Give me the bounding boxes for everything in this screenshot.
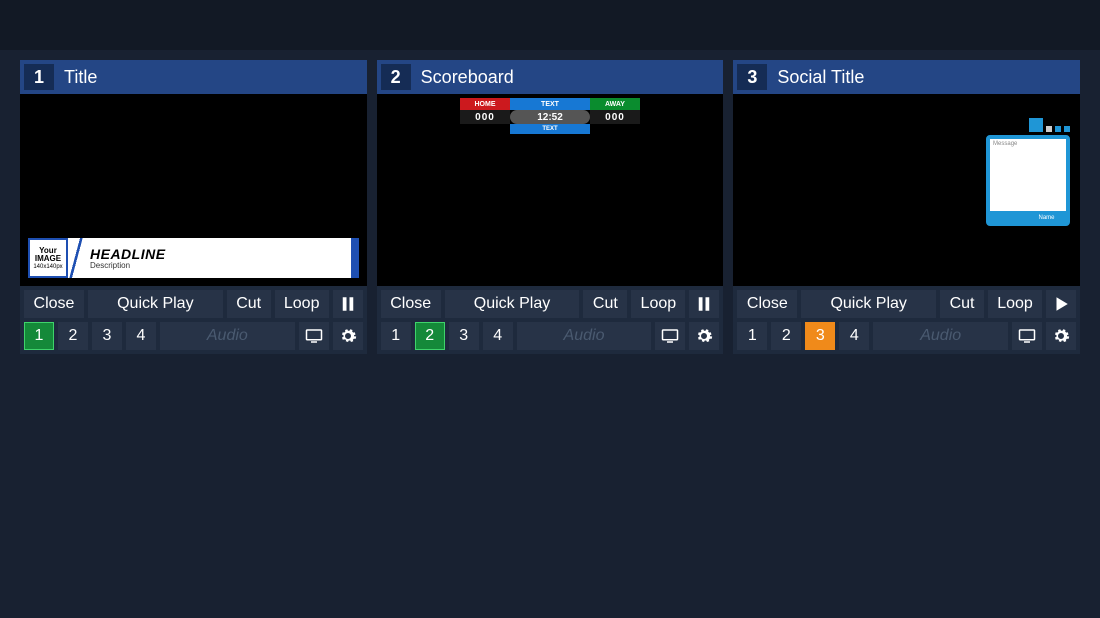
panel-number: 2 xyxy=(381,64,411,90)
social-message: Message xyxy=(990,139,1066,211)
preview-area[interactable]: HOME TEXT AWAY 000 12:52 000 TEXT xyxy=(377,94,724,286)
lt-description: Description xyxy=(90,261,351,270)
loop-button[interactable]: Loop xyxy=(275,290,329,318)
lt-end-bar xyxy=(351,238,359,278)
social-name: Name xyxy=(1030,214,1063,222)
monitor-icon xyxy=(661,327,679,345)
panel-header[interactable]: 3 Social Title xyxy=(733,60,1080,94)
preset-2-button[interactable]: 2 xyxy=(415,322,445,350)
social-square-icon xyxy=(1029,118,1043,132)
panel-number: 3 xyxy=(737,64,767,90)
display-button[interactable] xyxy=(1012,322,1042,350)
panel-title: Scoreboard xyxy=(421,67,514,88)
settings-button[interactable] xyxy=(1046,322,1076,350)
game-clock: 12:52 xyxy=(510,110,590,124)
audio-button[interactable]: Audio xyxy=(873,322,1008,350)
preset-4-button[interactable]: 4 xyxy=(126,322,156,350)
social-dot-blue xyxy=(1055,126,1061,132)
social-widget: Message Name xyxy=(986,116,1070,226)
social-dot-gray xyxy=(1046,126,1052,132)
preset-2-button[interactable]: 2 xyxy=(771,322,801,350)
panel-title: Social Title xyxy=(777,67,864,88)
loop-button[interactable]: Loop xyxy=(988,290,1042,318)
pause-button[interactable] xyxy=(333,290,363,318)
close-button[interactable]: Close xyxy=(381,290,441,318)
home-label: HOME xyxy=(460,98,510,110)
lt-body: HEADLINE Description xyxy=(84,238,351,278)
panels-row: 1 Title Your IMAGE 140x140px HEADLINE De… xyxy=(0,60,1100,354)
away-score: 000 xyxy=(590,110,640,124)
home-score: 000 xyxy=(460,110,510,124)
display-button[interactable] xyxy=(299,322,329,350)
pause-icon xyxy=(695,295,713,313)
preset-1-button[interactable]: 1 xyxy=(737,322,767,350)
preset-1-button[interactable]: 1 xyxy=(381,322,411,350)
social-dot-blue xyxy=(1064,126,1070,132)
display-button[interactable] xyxy=(655,322,685,350)
sbd-text-top: TEXT xyxy=(510,98,590,110)
gear-icon xyxy=(695,327,713,345)
away-label: AWAY xyxy=(590,98,640,110)
panel-2: 2 Scoreboard HOME TEXT AWAY 000 12:52 00… xyxy=(377,60,724,354)
loop-button[interactable]: Loop xyxy=(631,290,685,318)
lt-headline: HEADLINE xyxy=(90,247,351,261)
controls-row-1: Close Quick Play Cut Loop xyxy=(733,286,1080,320)
preview-area[interactable]: Your IMAGE 140x140px HEADLINE Descriptio… xyxy=(20,94,367,286)
preset-3-button[interactable]: 3 xyxy=(449,322,479,350)
preset-2-button[interactable]: 2 xyxy=(58,322,88,350)
panel-3: 3 Social Title Message Name Close Quick … xyxy=(733,60,1080,354)
quick-play-button[interactable]: Quick Play xyxy=(801,290,936,318)
panel-header[interactable]: 1 Title xyxy=(20,60,367,94)
panel-header[interactable]: 2 Scoreboard xyxy=(377,60,724,94)
audio-button[interactable]: Audio xyxy=(517,322,652,350)
lower-third-image-placeholder: Your IMAGE 140x140px xyxy=(28,238,68,278)
quick-play-button[interactable]: Quick Play xyxy=(88,290,223,318)
pause-icon xyxy=(339,295,357,313)
settings-button[interactable] xyxy=(333,322,363,350)
close-button[interactable]: Close xyxy=(737,290,797,318)
lt-slant-decoration xyxy=(68,238,84,278)
preset-3-button[interactable]: 3 xyxy=(805,322,835,350)
social-box: Message Name xyxy=(986,135,1070,226)
preview-area[interactable]: Message Name xyxy=(733,94,1080,286)
controls-row-2: 1 2 3 4 Audio xyxy=(377,320,724,354)
app-top-bar xyxy=(0,0,1100,50)
controls-row-1: Close Quick Play Cut Loop xyxy=(20,286,367,320)
play-button[interactable] xyxy=(1046,290,1076,318)
cut-button[interactable]: Cut xyxy=(940,290,984,318)
panel-1: 1 Title Your IMAGE 140x140px HEADLINE De… xyxy=(20,60,367,354)
lt-img-line2: IMAGE xyxy=(35,255,61,263)
panel-number: 1 xyxy=(24,64,54,90)
lt-img-line3: 140x140px xyxy=(33,264,62,270)
sbd-text-bottom: TEXT xyxy=(510,124,590,134)
lower-third: Your IMAGE 140x140px HEADLINE Descriptio… xyxy=(28,238,359,278)
social-dots xyxy=(986,116,1070,132)
cut-button[interactable]: Cut xyxy=(227,290,271,318)
audio-button[interactable]: Audio xyxy=(160,322,295,350)
gear-icon xyxy=(339,327,357,345)
preset-4-button[interactable]: 4 xyxy=(839,322,869,350)
monitor-icon xyxy=(305,327,323,345)
gear-icon xyxy=(1052,327,1070,345)
settings-button[interactable] xyxy=(689,322,719,350)
monitor-icon xyxy=(1018,327,1036,345)
panel-title: Title xyxy=(64,67,97,88)
preset-4-button[interactable]: 4 xyxy=(483,322,513,350)
quick-play-button[interactable]: Quick Play xyxy=(445,290,580,318)
controls-row-2: 1 2 3 4 Audio xyxy=(20,320,367,354)
close-button[interactable]: Close xyxy=(24,290,84,318)
preset-1-button[interactable]: 1 xyxy=(24,322,54,350)
cut-button[interactable]: Cut xyxy=(583,290,627,318)
controls-row-2: 1 2 3 4 Audio xyxy=(733,320,1080,354)
scoreboard: HOME TEXT AWAY 000 12:52 000 TEXT xyxy=(460,98,640,134)
play-icon xyxy=(1052,295,1070,313)
controls-row-1: Close Quick Play Cut Loop xyxy=(377,286,724,320)
preset-3-button[interactable]: 3 xyxy=(92,322,122,350)
pause-button[interactable] xyxy=(689,290,719,318)
